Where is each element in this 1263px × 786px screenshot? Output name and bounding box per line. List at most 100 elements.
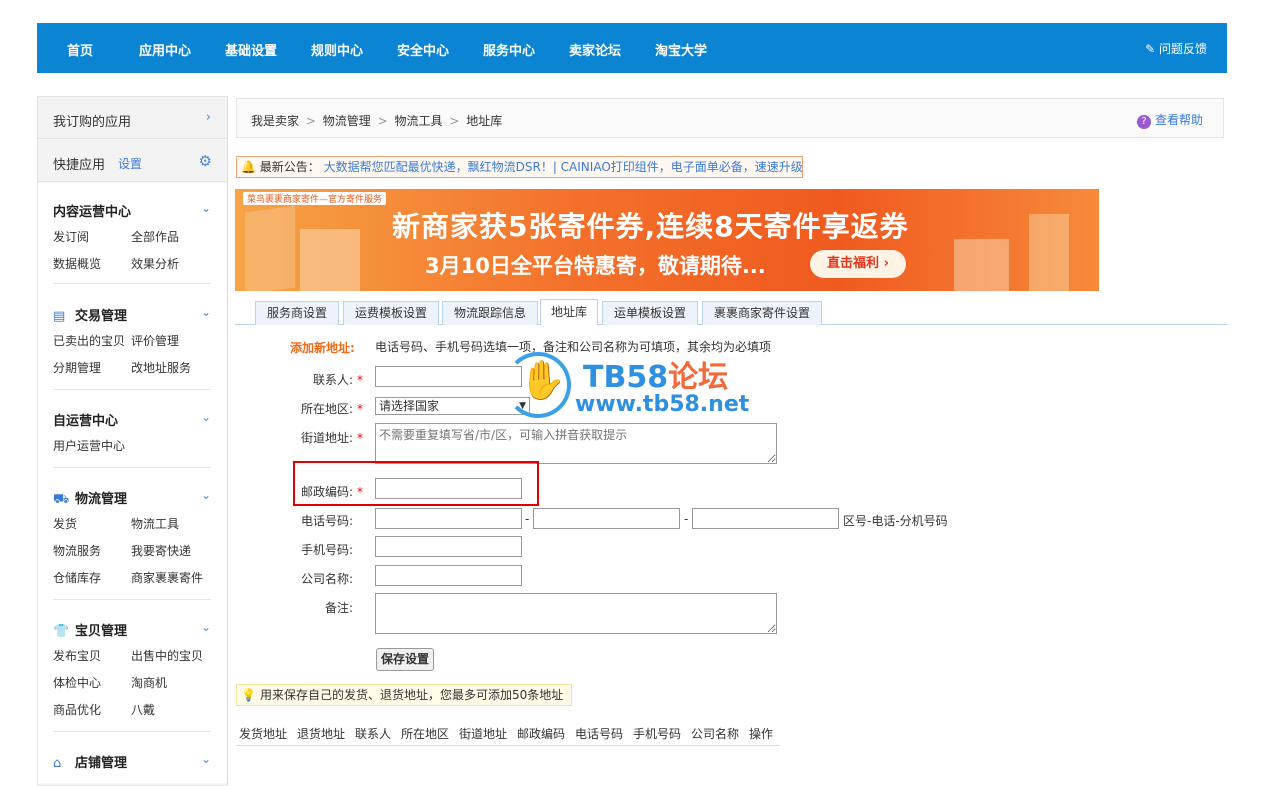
nav-home[interactable]: 首页 [67, 40, 93, 59]
tab-waybill-template[interactable]: 运单模板设置 [602, 301, 698, 325]
table-header: 邮政编码 [517, 727, 566, 741]
announcement-bar: 🔔 最新公告： 大数据帮您匹配最优快递，飘红物流DSR！| CAINIAO打印组… [236, 156, 803, 178]
sidebar: 我订购的应用 › 快捷应用 设置 ⚙ 内容运营中心 ⌄ 发订阅 全部作品 数据概… [37, 96, 228, 786]
sidebar-link[interactable]: 商家裹裹寄件 [131, 569, 203, 586]
breadcrumb-separator: > [305, 114, 316, 128]
contact-input[interactable] [375, 366, 522, 387]
group-shop-title[interactable]: ⌂ 店铺管理 [53, 752, 127, 771]
divider [53, 467, 211, 468]
sidebar-link[interactable]: 仓储库存 [53, 569, 101, 586]
zip-label: 邮政编码: * [301, 485, 364, 499]
breadcrumb-trail: 我是卖家 > 物流管理 > 物流工具 > 地址库 [251, 112, 502, 129]
tab-guoguo-settings[interactable]: 裹裹商家寄件设置 [702, 301, 822, 325]
sidebar-link[interactable]: 用户运营中心 [53, 437, 125, 454]
company-label: 公司名称: [301, 572, 354, 586]
tab-tracking-info[interactable]: 物流跟踪信息 [442, 301, 538, 325]
sidebar-link[interactable]: 体检中心 [53, 674, 101, 691]
table-header: 发货地址 [239, 727, 288, 741]
chevron-down-icon[interactable]: ⌄ [201, 620, 211, 634]
sidebar-link[interactable]: 发货 [53, 515, 77, 532]
group-self-ops-title[interactable]: 自运营中心 [53, 410, 118, 429]
breadcrumb-item[interactable]: 我是卖家 [251, 114, 299, 128]
sidebar-link[interactable]: 发订阅 [53, 228, 89, 245]
nav-service-center[interactable]: 服务中心 [483, 40, 535, 59]
tab-shipping-template[interactable]: 运费模板设置 [343, 301, 439, 325]
banner-decoration [1029, 214, 1069, 291]
nav-basic-settings[interactable]: 基础设置 [225, 40, 277, 59]
street-label: 街道地址: * [301, 431, 364, 445]
chevron-down-icon[interactable]: ⌄ [201, 305, 211, 319]
sidebar-link[interactable]: 效果分析 [131, 255, 179, 272]
announcement-title: 最新公告： [259, 160, 320, 174]
sidebar-link[interactable]: 评价管理 [131, 332, 179, 349]
banner-cta-button[interactable]: 直击福利 › [810, 250, 906, 278]
sidebar-subscribed-apps[interactable]: 我订购的应用 › [38, 97, 227, 139]
group-items-title[interactable]: 👕 宝贝管理 [53, 620, 127, 639]
sidebar-link[interactable]: 发布宝贝 [53, 647, 101, 664]
company-input[interactable] [375, 565, 522, 586]
quick-apps-setting-link[interactable]: 设置 [118, 155, 142, 172]
breadcrumb-item[interactable]: 物流管理 [323, 114, 371, 128]
remark-textarea[interactable] [375, 593, 777, 634]
nav-security-center[interactable]: 安全中心 [397, 40, 449, 59]
required-mark: * [357, 373, 364, 387]
sidebar-quick-apps: 快捷应用 设置 ⚙ [38, 140, 227, 182]
table-header: 联系人 [355, 727, 392, 741]
chevron-down-icon[interactable]: ⌄ [201, 488, 211, 502]
chevron-down-icon[interactable]: ⌄ [201, 201, 211, 215]
tab-address-book[interactable]: 地址库 [540, 299, 598, 325]
banner-decoration [300, 229, 360, 291]
mobile-input[interactable] [375, 536, 522, 557]
watermark: ✋ TB58论坛 www.tb58.net [505, 352, 775, 422]
breadcrumb-item[interactable]: 物流工具 [394, 114, 442, 128]
sidebar-groups: 内容运营中心 ⌄ 发订阅 全部作品 数据概览 效果分析 ▤ 交易管理 ⌄ 已卖出的… [38, 183, 227, 783]
sidebar-link[interactable]: 物流工具 [131, 515, 179, 532]
group-trade-title[interactable]: ▤ 交易管理 [53, 305, 127, 324]
nav-taobao-university[interactable]: 淘宝大学 [655, 40, 707, 59]
phone-area-input[interactable] [375, 508, 522, 529]
chevron-down-icon[interactable]: ⌄ [201, 752, 211, 766]
bell-icon: 🔔 [241, 160, 256, 174]
announcement-link[interactable]: 大数据帮您匹配最优快递，飘红物流DSR！| CAINIAO打印组件，电子面单必备… [324, 160, 803, 174]
phone-ext-input[interactable] [692, 508, 839, 529]
sidebar-link[interactable]: 改地址服务 [131, 359, 191, 376]
table-header: 公司名称 [691, 727, 740, 741]
breadcrumb-item: 地址库 [466, 114, 503, 128]
sidebar-link[interactable]: 商品优化 [53, 701, 101, 718]
group-logistics-title[interactable]: ⛟ 物流管理 [53, 488, 127, 509]
required-mark: * [357, 485, 364, 499]
zip-input[interactable] [375, 478, 522, 499]
promo-banner[interactable]: 菜鸟裹裹商家寄件—官方寄件服务 新商家获5张寄件券,连续8天寄件享返券 3月10… [235, 189, 1099, 291]
sidebar-link[interactable]: 已卖出的宝贝 [53, 332, 125, 349]
banner-tag: 菜鸟裹裹商家寄件—官方寄件服务 [243, 192, 387, 205]
sidebar-link[interactable]: 淘商机 [131, 674, 167, 691]
group-content-ops-title[interactable]: 内容运营中心 [53, 201, 131, 220]
street-textarea[interactable] [375, 423, 777, 464]
shop-icon: ⌂ [53, 756, 62, 771]
gear-icon[interactable]: ⚙ [199, 152, 212, 170]
banner-decoration [245, 205, 295, 291]
chevron-down-icon[interactable]: ⌄ [201, 410, 211, 424]
sidebar-link[interactable]: 八戴 [131, 701, 155, 718]
shirt-icon: 👕 [53, 624, 70, 639]
breadcrumb-separator: > [449, 114, 460, 128]
required-mark: * [357, 431, 364, 445]
sidebar-link[interactable]: 我要寄快递 [131, 542, 191, 559]
help-link[interactable]: ? 查看帮助 [1136, 111, 1203, 129]
nav-seller-forum[interactable]: 卖家论坛 [569, 40, 621, 59]
sidebar-link[interactable]: 分期管理 [53, 359, 101, 376]
lightbulb-icon: 💡 [241, 688, 256, 702]
sidebar-link[interactable]: 数据概览 [53, 255, 101, 272]
feedback-link[interactable]: ✎ 问题反馈 [1145, 40, 1207, 57]
nav-app-center[interactable]: 应用中心 [139, 40, 191, 59]
save-button[interactable]: 保存设置 [376, 648, 434, 671]
nav-rules-center[interactable]: 规则中心 [311, 40, 363, 59]
region-label: 所在地区: * [301, 402, 364, 416]
mobile-label: 手机号码: [301, 543, 354, 557]
sidebar-link[interactable]: 物流服务 [53, 542, 101, 559]
phone-number-input[interactable] [533, 508, 680, 529]
breadcrumb-separator: > [377, 114, 388, 128]
tab-provider-settings[interactable]: 服务商设置 [255, 301, 339, 325]
sidebar-link[interactable]: 出售中的宝贝 [131, 647, 203, 664]
sidebar-link[interactable]: 全部作品 [131, 228, 179, 245]
